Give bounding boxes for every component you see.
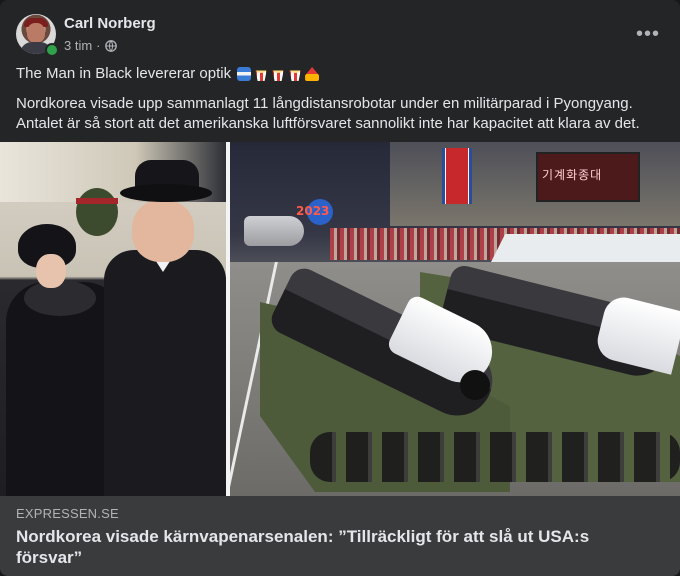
author-name[interactable]: Carl Norberg (64, 15, 156, 32)
banner-screen-text: 기계화종대 (542, 168, 603, 182)
more-options-icon: ••• (635, 22, 660, 45)
link-preview-card[interactable]: EXPRESSEN.SE Nordkorea visade kärnvapena… (0, 496, 680, 576)
girl-face (36, 254, 66, 288)
post-time[interactable]: 3 tim (64, 38, 92, 53)
meta-separator: · (96, 38, 101, 53)
year-sign: 2023 (296, 204, 330, 218)
post-text: The Man in Black levererar optik Nordkor… (16, 64, 664, 134)
popcorn-emoji-icon (255, 70, 267, 81)
link-preview-image[interactable]: 기계화종대 2023 (0, 142, 680, 496)
post-body: Nordkorea visade upp sammanlagt 11 långd… (16, 95, 640, 132)
post-caption: The Man in Black levererar optik (16, 65, 232, 82)
flag (442, 148, 472, 204)
online-status-indicator (45, 43, 59, 57)
drum-emoji-icon (237, 67, 252, 81)
man-face (132, 200, 194, 262)
officer-cap-band (76, 198, 118, 204)
man-fedora-brim (120, 184, 212, 202)
feed-post: Carl Norberg 3 tim · ••• The Man in Blac… (0, 0, 680, 576)
avatar-face (27, 23, 45, 43)
missile-left-tip (460, 370, 490, 400)
post-header: Carl Norberg 3 tim · ••• (16, 14, 664, 58)
officer-cap (76, 188, 118, 236)
photo-leader-and-daughter (0, 142, 226, 496)
white-tent (490, 234, 680, 264)
man-coat (104, 250, 226, 496)
post-text-line1: The Man in Black levererar optik (16, 64, 664, 84)
truck-wheels (310, 432, 680, 482)
link-domain: EXPRESSEN.SE (16, 506, 119, 521)
more-options-button[interactable]: ••• (632, 18, 664, 50)
popcorn-emoji-icon (289, 70, 301, 81)
circus-tent-emoji-icon (305, 67, 320, 81)
background-missile (244, 216, 304, 246)
popcorn-emoji-icon (272, 70, 284, 81)
link-headline[interactable]: Nordkorea visade kärnvapenarsenalen: ”Ti… (16, 526, 656, 568)
post-meta: 3 tim · (64, 38, 117, 53)
globe-icon[interactable] (104, 39, 117, 52)
emoji-group (237, 67, 320, 81)
photo-missile-parade: 기계화종대 2023 (230, 142, 680, 496)
